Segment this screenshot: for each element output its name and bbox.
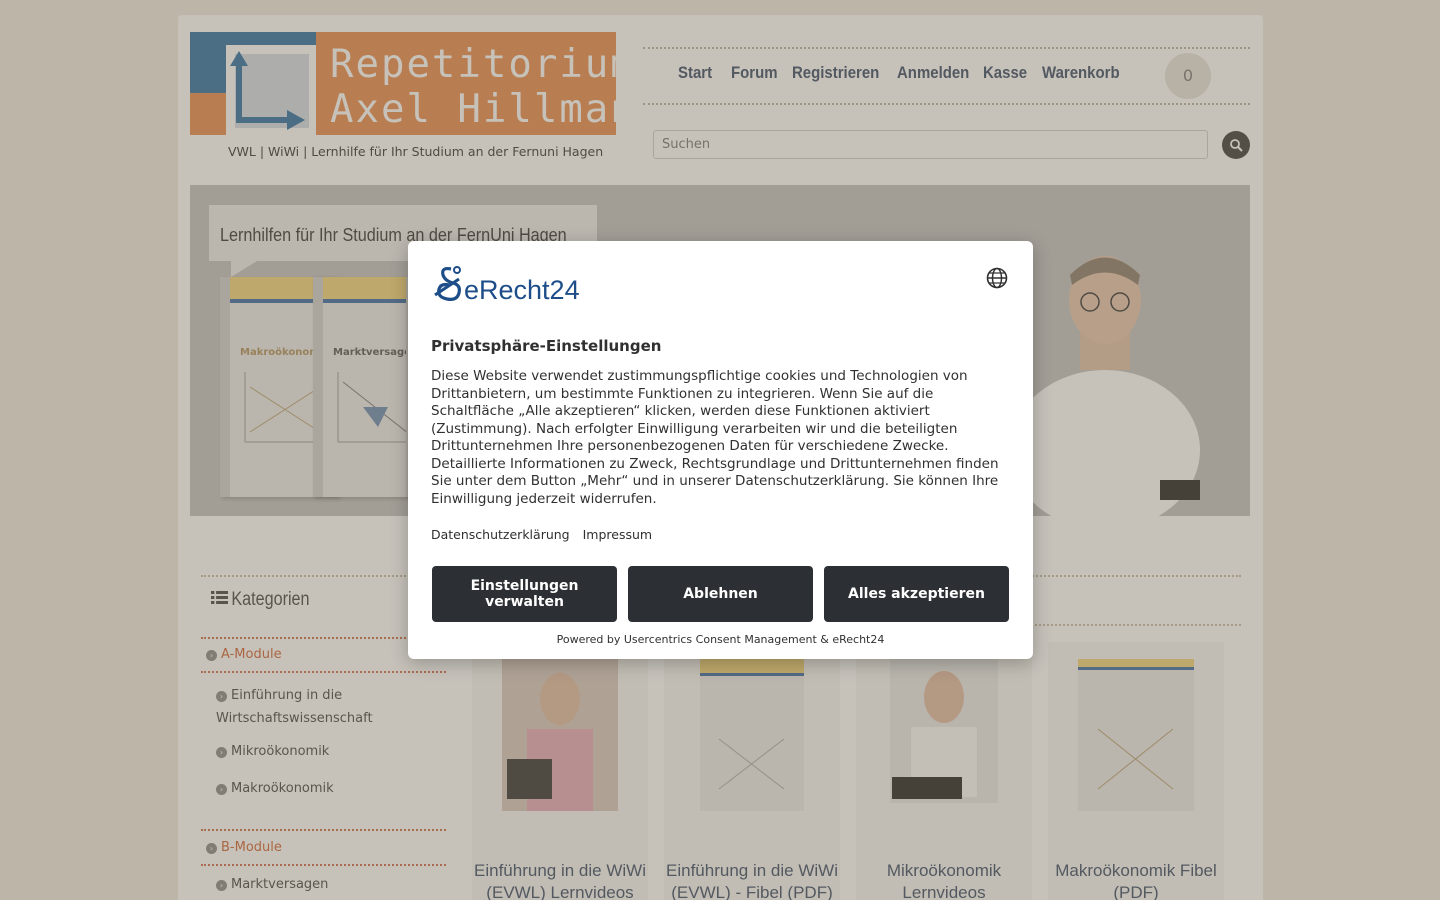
erecht24-logo: eRecht24 (431, 265, 580, 309)
erecht24-logo-icon (434, 266, 461, 301)
accept-all-button[interactable]: Alles akzeptieren (824, 566, 1009, 622)
imprint-link[interactable]: Impressum (583, 527, 652, 542)
manage-settings-button[interactable]: Einstellungen verwalten (432, 566, 617, 622)
decline-button[interactable]: Ablehnen (628, 566, 813, 622)
consent-dialog: eRecht24 Privatsphäre-Einstellungen Dies… (408, 241, 1033, 659)
dialog-brand: eRecht24 (464, 275, 580, 305)
dialog-title: Privatsphäre-Einstellungen (431, 337, 662, 355)
language-globe-icon[interactable] (986, 267, 1008, 289)
dialog-links: Datenschutzerklärung Impressum (431, 527, 661, 542)
powered-by-text: Powered by Usercentrics Consent Manageme… (556, 633, 885, 646)
dialog-body-text: Diese Website verwendet zustimmungspflic… (431, 368, 999, 507)
privacy-policy-link[interactable]: Datenschutzerklärung (431, 527, 570, 542)
